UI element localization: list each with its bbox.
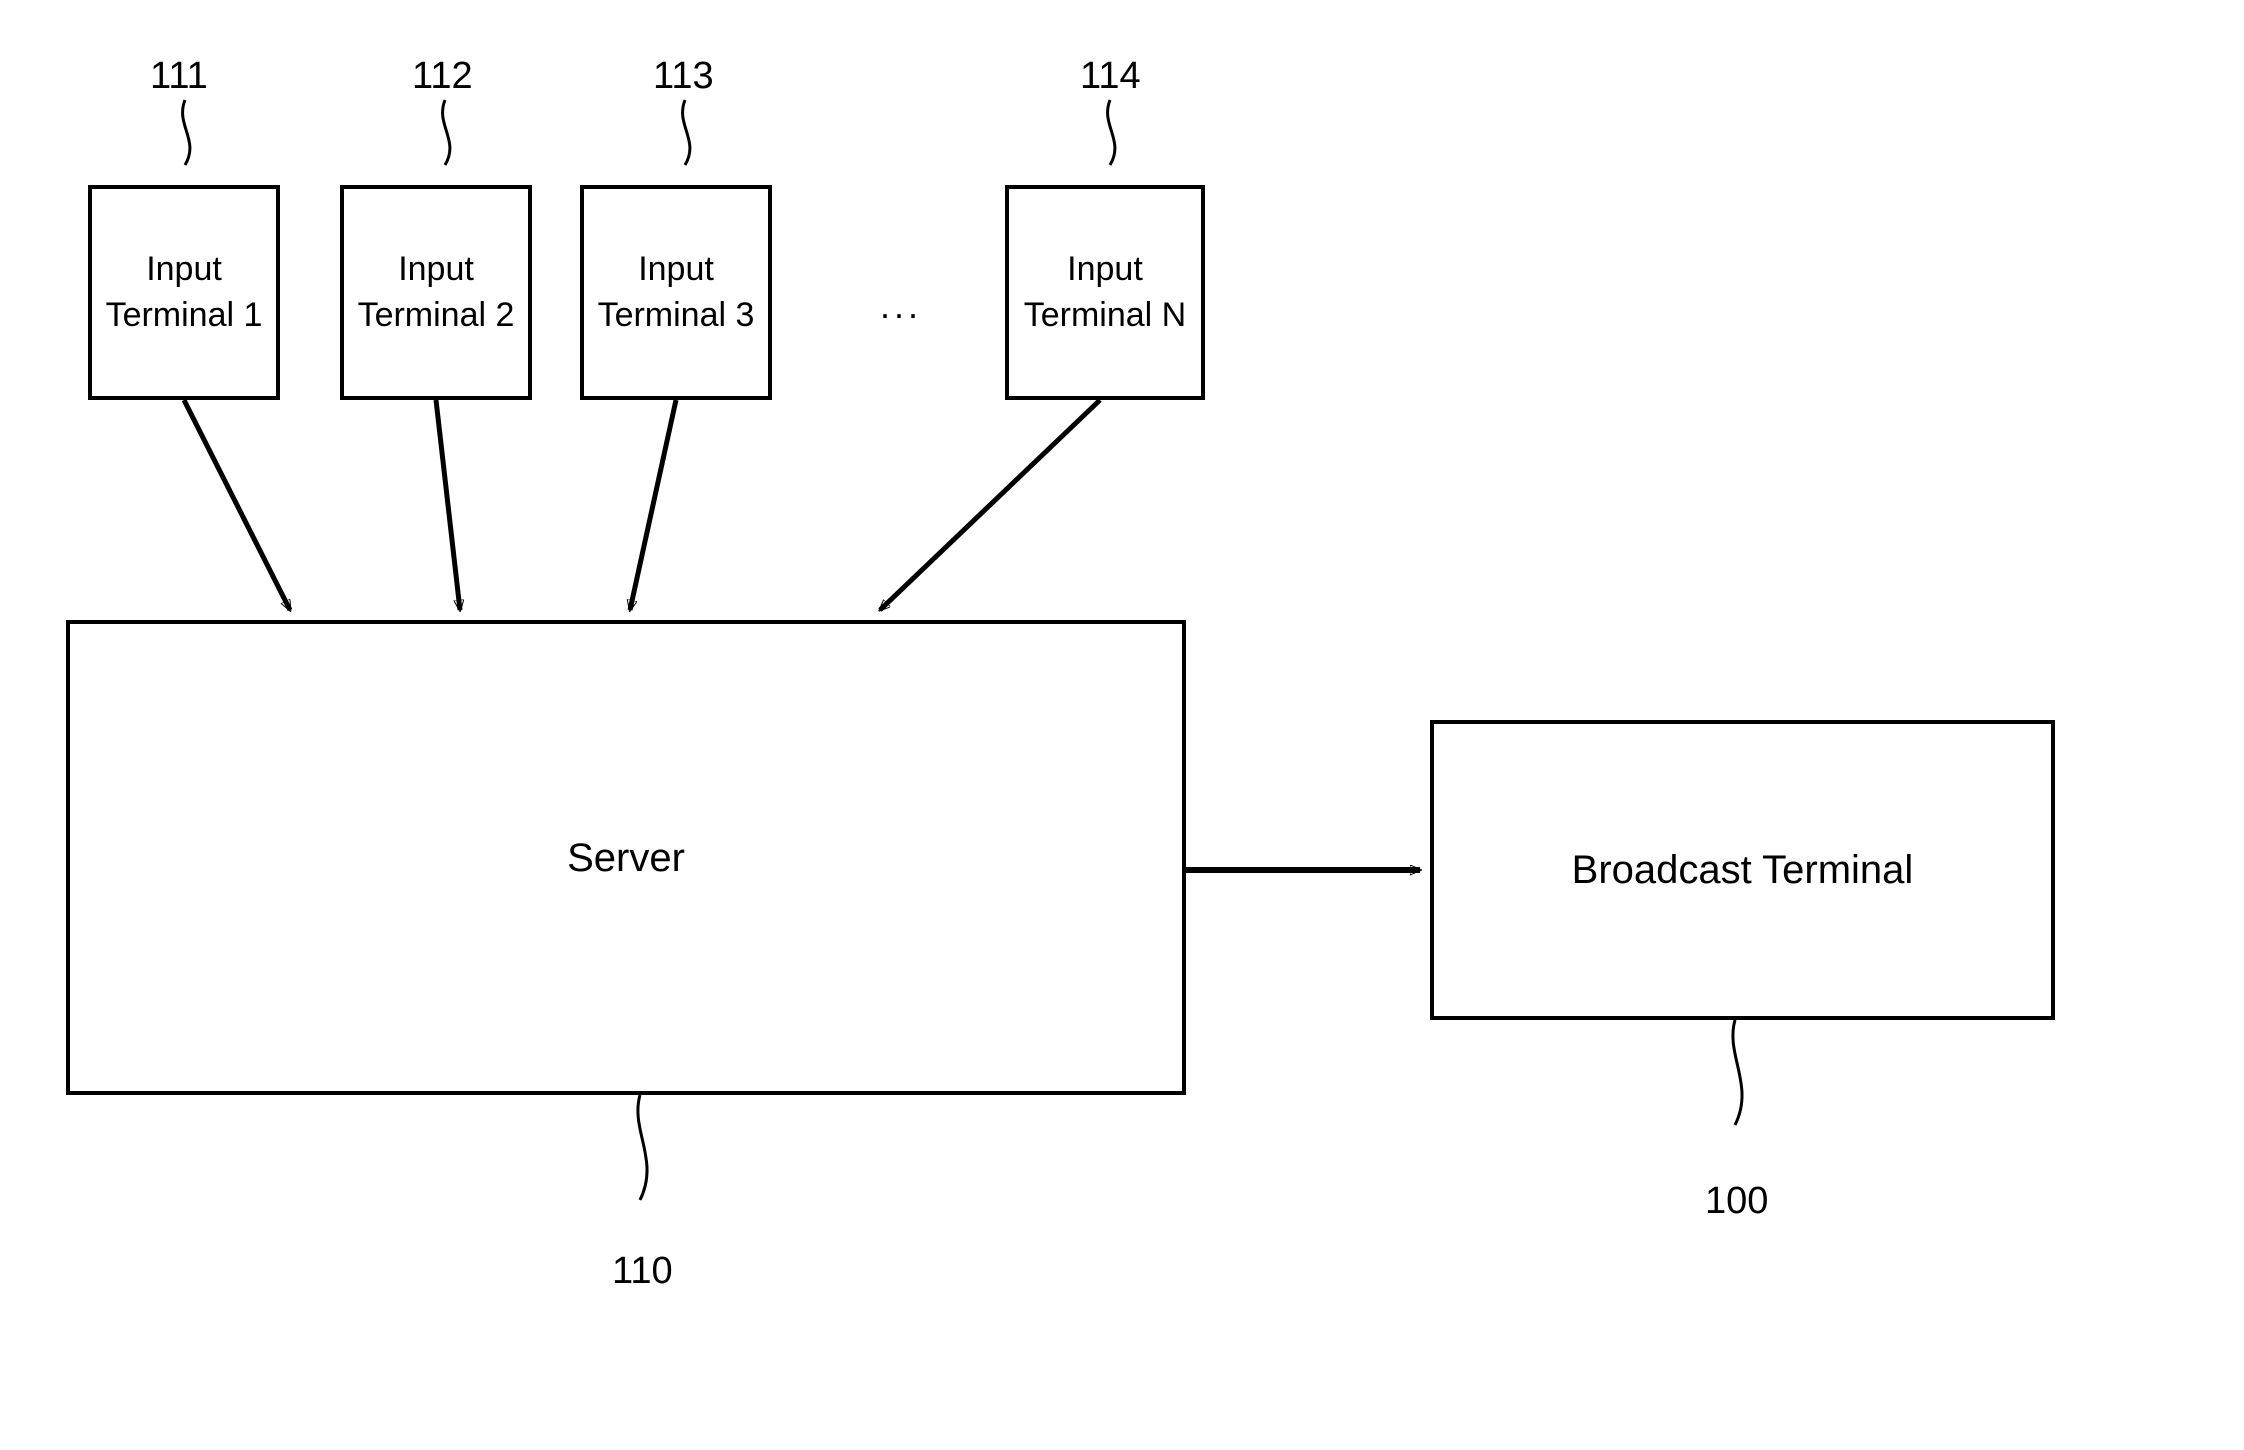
ref-100: 100 — [1705, 1180, 1768, 1223]
box-server: Server — [66, 620, 1186, 1095]
ref-113: 113 — [653, 55, 714, 98]
box-label: Server — [567, 831, 685, 885]
ellipsis-icon: ... — [880, 285, 922, 327]
box-label: Input Terminal 2 — [358, 247, 515, 339]
arrow-tn-server — [880, 400, 1100, 610]
box-input-terminal-2: Input Terminal 2 — [340, 185, 532, 400]
diagram-canvas: 111 112 113 114 Input Terminal 1 Input T… — [0, 0, 2244, 1450]
ref-111: 111 — [150, 55, 208, 98]
box-label: Input Terminal 3 — [598, 247, 755, 339]
box-label: Input Terminal 1 — [106, 247, 263, 339]
arrow-t2-server — [436, 400, 460, 610]
box-input-terminal-3: Input Terminal 3 — [580, 185, 772, 400]
arrow-t1-server — [184, 400, 290, 610]
ref-112: 112 — [412, 55, 473, 98]
ref-114: 114 — [1080, 55, 1141, 98]
box-input-terminal-1: Input Terminal 1 — [88, 185, 280, 400]
box-broadcast-terminal: Broadcast Terminal — [1430, 720, 2055, 1020]
arrow-t3-server — [630, 400, 676, 610]
ref-110: 110 — [612, 1250, 673, 1293]
box-input-terminal-n: Input Terminal N — [1005, 185, 1205, 400]
box-label: Input Terminal N — [1024, 247, 1186, 339]
box-label: Broadcast Terminal — [1572, 843, 1914, 897]
